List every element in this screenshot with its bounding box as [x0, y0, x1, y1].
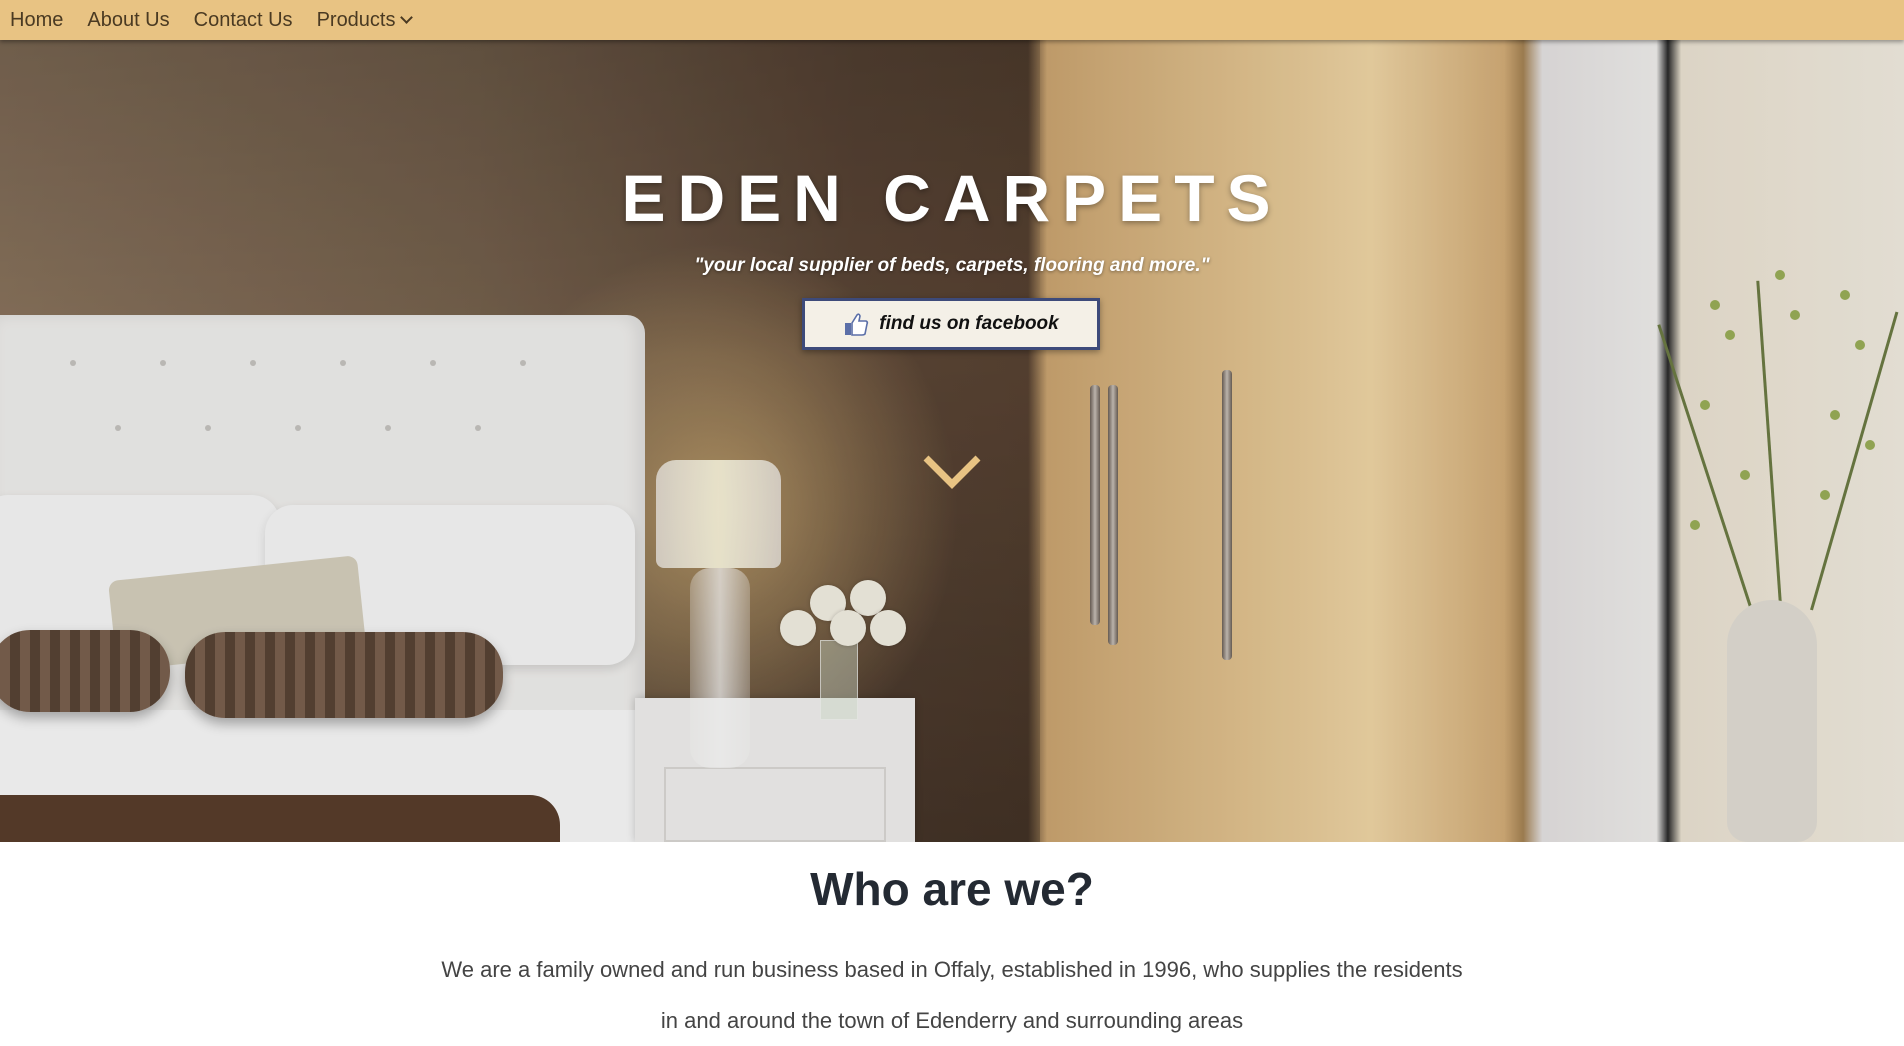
hero-title: EDEN CARPETS	[621, 161, 1283, 235]
nav-contact-link[interactable]: Contact Us	[194, 0, 293, 40]
nav-products-dropdown[interactable]: Products	[316, 0, 413, 40]
nav-about-link[interactable]: About Us	[87, 0, 169, 40]
top-navigation-bar: Home About Us Contact Us Products	[0, 0, 1904, 40]
nav-home-link[interactable]: Home	[10, 0, 63, 40]
about-section-title: Who are we?	[810, 863, 1094, 915]
nav-products-label: Products	[316, 9, 396, 31]
hero-tagline: "your local supplier of beds, carpets, f…	[694, 255, 1210, 276]
thumbs-up-icon	[845, 313, 869, 336]
chevron-down-icon	[399, 10, 413, 24]
about-section-text: We are a family owned and run business b…	[441, 957, 1463, 1033]
facebook-button[interactable]: find us on facebook	[802, 298, 1100, 350]
chevron-down-icon[interactable]	[922, 452, 982, 492]
facebook-button-label: find us on facebook	[879, 313, 1059, 334]
